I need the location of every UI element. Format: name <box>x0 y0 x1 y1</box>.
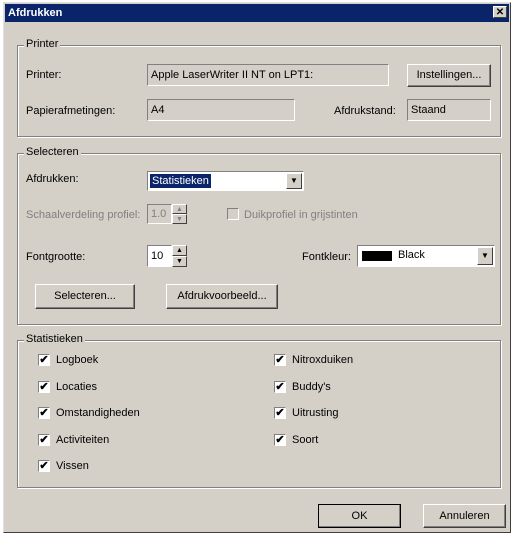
check-icon: ✔ <box>39 434 49 446</box>
printer-group: Printer <box>17 38 501 137</box>
check-icon: ✔ <box>39 460 49 472</box>
printer-label: Printer: <box>26 69 62 81</box>
checkbox-omstandigheden[interactable]: ✔ <box>38 407 50 419</box>
check-icon: ✔ <box>275 434 285 446</box>
checkbox-label-locaties[interactable]: Locaties <box>56 381 97 393</box>
printer-group-title: Printer <box>24 38 61 50</box>
paper-size-field: A4 <box>147 99 295 121</box>
chevron-down-icon[interactable]: ▼ <box>477 247 493 265</box>
select-group-title: Selecteren <box>24 146 81 158</box>
font-color-label: Fontkleur: <box>302 251 351 263</box>
print-preview-button[interactable]: Afdrukvoorbeeld... <box>166 284 278 309</box>
checkbox-locaties[interactable]: ✔ <box>38 381 50 393</box>
checkbox-soort[interactable]: ✔ <box>274 434 286 446</box>
font-color-value: Black <box>398 249 425 261</box>
select-button[interactable]: Selecteren... <box>35 284 135 309</box>
check-icon: ✔ <box>275 381 285 393</box>
checkbox-label-logboek[interactable]: Logboek <box>56 354 98 366</box>
checkbox-label-vissen[interactable]: Vissen <box>56 460 89 472</box>
checkbox-label-buddys[interactable]: Buddy's <box>292 381 331 393</box>
check-icon: ✔ <box>39 407 49 419</box>
check-icon: ✔ <box>275 407 285 419</box>
checkbox-activiteiten[interactable]: ✔ <box>38 434 50 446</box>
ok-button[interactable]: OK <box>318 504 401 528</box>
stepper-down-icon[interactable]: ▼ <box>172 256 187 267</box>
print-what-label: Afdrukken: <box>26 173 79 185</box>
font-size-field[interactable]: 10 <box>147 245 172 267</box>
profile-scale-label: Schaalverdeling profiel: <box>26 209 141 221</box>
checkbox-label-uitrusting[interactable]: Uitrusting <box>292 407 338 419</box>
printer-name-field: Apple LaserWriter II NT on LPT1: <box>147 64 389 86</box>
checkbox-logboek[interactable]: ✔ <box>38 354 50 366</box>
checkbox-label-activiteiten[interactable]: Activiteiten <box>56 434 109 446</box>
checkbox-uitrusting[interactable]: ✔ <box>274 407 286 419</box>
print-what-dropdown[interactable]: Statistieken ▼ <box>147 171 304 191</box>
stepper-up-icon[interactable]: ▲ <box>172 245 187 256</box>
checkbox-label-omstandigheden[interactable]: Omstandigheden <box>56 407 140 419</box>
orientation-label: Afdrukstand: <box>334 105 396 117</box>
stepper-up-icon: ▲ <box>172 204 187 214</box>
checkbox-nitroxduiken[interactable]: ✔ <box>274 354 286 366</box>
check-icon: ✔ <box>275 354 285 366</box>
print-what-value: Statistieken <box>150 174 211 188</box>
grayscale-checkbox <box>227 208 239 220</box>
checkbox-vissen[interactable]: ✔ <box>38 460 50 472</box>
checkbox-label-soort[interactable]: Soort <box>292 434 318 446</box>
checkbox-label-nitroxduiken[interactable]: Nitroxduiken <box>292 354 353 366</box>
cancel-button[interactable]: Annuleren <box>423 504 506 528</box>
font-size-label: Fontgrootte: <box>26 251 86 263</box>
paper-size-label: Papierafmetingen: <box>26 105 116 117</box>
check-icon: ✔ <box>39 354 49 366</box>
font-color-swatch <box>362 251 392 261</box>
close-button[interactable]: ✕ <box>493 6 507 18</box>
check-icon: ✔ <box>39 381 49 393</box>
stepper-down-icon: ▼ <box>172 214 187 224</box>
chevron-down-icon[interactable]: ▼ <box>286 173 302 189</box>
close-icon: ✕ <box>495 7 505 18</box>
font-size-stepper[interactable]: ▲ ▼ <box>172 245 187 267</box>
stats-group-title: Statistieken <box>24 333 85 345</box>
settings-button[interactable]: Instellingen... <box>407 64 491 87</box>
window-title: Afdrukken <box>8 7 63 19</box>
profile-scale-field: 1.0 <box>147 204 172 224</box>
profile-scale-stepper: ▲ ▼ <box>172 204 187 224</box>
title-bar[interactable]: Afdrukken ✕ <box>5 4 509 22</box>
font-color-dropdown[interactable]: Black ▼ <box>357 245 495 267</box>
checkbox-buddys[interactable]: ✔ <box>274 381 286 393</box>
orientation-field: Staand <box>407 99 491 121</box>
print-dialog: Afdrukken ✕ Printer Printer: Apple Laser… <box>3 2 511 533</box>
grayscale-label: Duikprofiel in grijstinten <box>244 209 358 221</box>
